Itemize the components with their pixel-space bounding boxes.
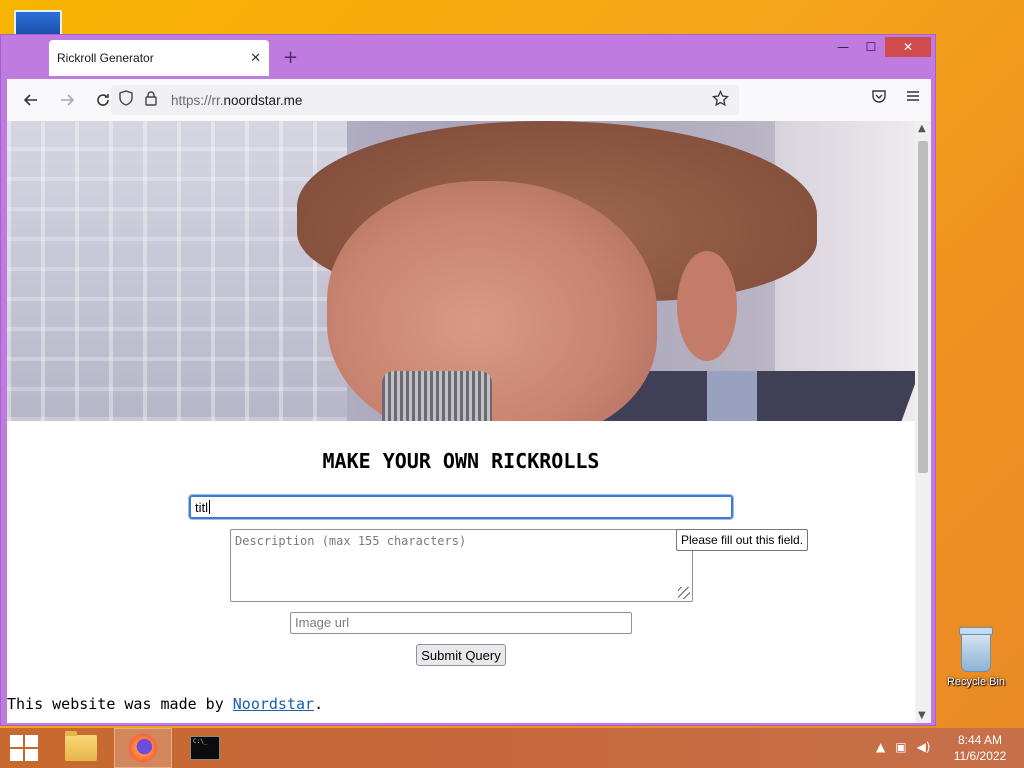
browser-window: — ☐ ✕ Rickroll Generator ✕ + https://rr.…: [0, 34, 936, 726]
lock-icon[interactable]: [145, 90, 167, 110]
folder-icon: [65, 731, 97, 761]
video-microphone: [382, 371, 492, 421]
description-placeholder: Description (max 155 characters): [235, 534, 467, 548]
footer-suffix: .: [314, 695, 324, 713]
rickroll-form: titl Description (max 155 characters) Pl…: [7, 473, 915, 713]
close-window-button[interactable]: ✕: [885, 37, 931, 57]
tab-title: Rickroll Generator: [57, 51, 154, 65]
scroll-down-icon[interactable]: ▼: [918, 710, 926, 721]
footer-prefix: This website was made by: [7, 695, 233, 713]
scroll-up-icon[interactable]: ▲: [918, 123, 926, 134]
url-host: noordstar.me: [223, 92, 303, 108]
forward-arrow-icon[interactable]: [55, 88, 79, 112]
video-background-window: [7, 121, 347, 421]
pocket-icon[interactable]: [871, 88, 887, 108]
taskbar: ▲ ▣ ◀) 8:44 AM 11/6/2022: [0, 728, 1024, 768]
taskbar-command-prompt[interactable]: [176, 728, 234, 768]
noordstar-link[interactable]: Noordstar: [233, 695, 314, 713]
command-prompt-icon: [190, 736, 220, 760]
image-url-input[interactable]: Image url: [290, 612, 632, 634]
toolbar-right: [871, 88, 921, 108]
submit-button[interactable]: Submit Query: [416, 644, 506, 666]
start-button[interactable]: [8, 734, 40, 762]
tab-close-icon[interactable]: ✕: [250, 51, 261, 66]
clock-time: 8:44 AM: [957, 733, 1003, 747]
recycle-bin-icon: [959, 627, 993, 672]
system-clock[interactable]: 8:44 AM 11/6/2022: [948, 732, 1012, 764]
firefox-icon: [129, 734, 157, 762]
taskbar-firefox[interactable]: [114, 728, 172, 768]
recycle-bin[interactable]: Recycle Bin: [944, 627, 1008, 700]
minimize-button[interactable]: —: [829, 37, 857, 57]
resize-grip-icon[interactable]: [678, 587, 690, 599]
windows-logo-pane: [10, 735, 23, 747]
windows-logo-pane: [10, 749, 23, 761]
page-title: MAKE YOUR OWN RICKROLLS: [322, 449, 600, 473]
show-hidden-icons-chevron-icon[interactable]: ▲: [876, 740, 885, 754]
page-viewport: MAKE YOUR OWN RICKROLLS titl Description…: [7, 121, 915, 723]
system-tray: ▲ ▣ ◀): [876, 740, 931, 754]
page-content: MAKE YOUR OWN RICKROLLS titl Description…: [7, 449, 915, 713]
windows-logo-pane: [25, 749, 38, 761]
title-input[interactable]: titl: [188, 494, 734, 520]
window-controls: — ☐ ✕: [829, 37, 931, 57]
network-icon[interactable]: ▣: [895, 740, 906, 754]
validation-tooltip: Please fill out this field.: [676, 529, 809, 551]
recycle-bin-label: Recycle Bin: [946, 676, 1006, 688]
clock-date: 11/6/2022: [953, 749, 1007, 763]
new-tab-button[interactable]: +: [283, 47, 298, 68]
image-url-placeholder: Image url: [295, 615, 350, 630]
rickroll-video-frame[interactable]: [7, 121, 915, 421]
vertical-scrollbar[interactable]: ▲ ▼: [915, 121, 931, 723]
back-arrow-icon[interactable]: [19, 88, 43, 112]
scrollbar-thumb[interactable]: [918, 141, 928, 473]
title-input-value: titl: [195, 499, 208, 515]
video-shirt: [707, 371, 757, 421]
address-bar[interactable]: https://rr.noordstar.me: [111, 85, 739, 115]
description-textarea[interactable]: Description (max 155 characters): [230, 529, 693, 602]
tab-rickroll-generator[interactable]: Rickroll Generator ✕: [49, 40, 269, 76]
bookmark-star-icon[interactable]: [712, 89, 729, 112]
navigation-toolbar: https://rr.noordstar.me: [7, 79, 931, 121]
windows-logo-pane: [25, 735, 38, 747]
volume-icon[interactable]: ◀): [917, 740, 931, 754]
shield-icon[interactable]: [119, 90, 141, 110]
taskbar-file-explorer[interactable]: [52, 728, 110, 768]
url-text: https://rr.noordstar.me: [171, 93, 302, 108]
hamburger-menu-icon[interactable]: [905, 88, 921, 108]
video-ear: [677, 251, 737, 361]
url-scheme: https://rr.: [171, 92, 224, 108]
maximize-button[interactable]: ☐: [857, 37, 885, 57]
footer-credit: This website was made by Noordstar.: [7, 695, 323, 713]
text-caret: [209, 500, 210, 514]
